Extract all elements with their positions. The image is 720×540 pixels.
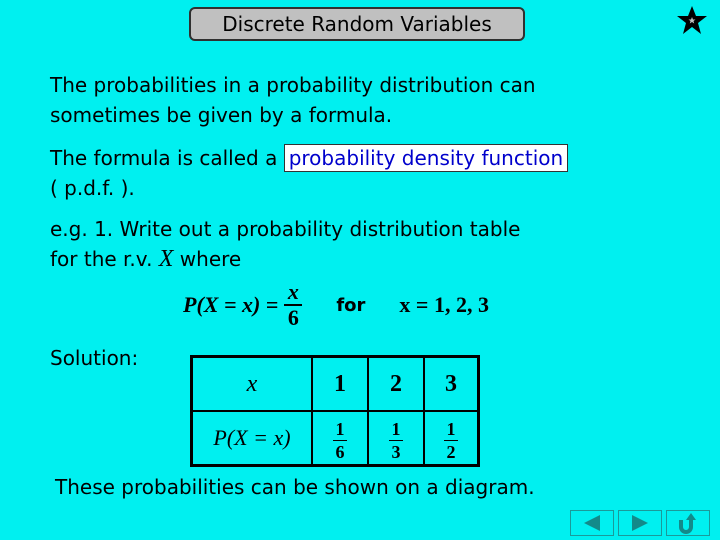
fraction-bar bbox=[444, 439, 458, 441]
formula-domain: x = 1, 2, 3 bbox=[399, 292, 489, 317]
row-header-x: x bbox=[190, 355, 313, 412]
random-variable-symbol: X bbox=[158, 246, 174, 272]
closing-text: These probabilities can be shown on a di… bbox=[55, 475, 535, 499]
next-button[interactable] bbox=[618, 510, 662, 536]
previous-arrow-icon bbox=[584, 515, 600, 531]
example-line-2-pre: for the r.v. bbox=[50, 247, 159, 271]
next-arrow-icon bbox=[632, 515, 648, 531]
table-row-values: x 1 2 3 bbox=[190, 355, 480, 412]
example-line-2-post: where bbox=[173, 247, 242, 271]
row-header-probability: P(X = x) bbox=[190, 410, 313, 467]
pdf-term-box: probability density function bbox=[283, 144, 569, 172]
value-cell: 2 bbox=[367, 355, 425, 412]
slide-title-text: Discrete Random Variables bbox=[222, 12, 492, 36]
probability-distribution-table: x 1 2 3 P(X = x) 16 13 12 bbox=[190, 355, 480, 467]
value-cell: 1 bbox=[311, 355, 369, 412]
return-button[interactable] bbox=[666, 510, 710, 536]
probability-cell: 16 bbox=[311, 410, 369, 467]
star-icon[interactable] bbox=[676, 4, 708, 36]
prob-numerator: 1 bbox=[391, 418, 401, 439]
formula-fraction: x 6 bbox=[284, 279, 303, 330]
prob-numerator: 1 bbox=[446, 418, 456, 439]
pdf-formula: P(X = x) = x 6 for x = 1, 2, 3 bbox=[183, 280, 489, 330]
return-icon bbox=[679, 513, 696, 534]
prob-denominator: 3 bbox=[391, 441, 401, 462]
solution-label: Solution: bbox=[50, 346, 139, 370]
formula-for-word: for bbox=[336, 294, 366, 316]
formula-lhs: P(X = x) = bbox=[183, 292, 279, 317]
fraction-bar bbox=[333, 439, 347, 441]
value-cell: 3 bbox=[423, 355, 480, 412]
example-text: e.g. 1. Write out a probability distribu… bbox=[50, 214, 520, 274]
example-line-1: e.g. 1. Write out a probability distribu… bbox=[50, 217, 521, 241]
formula-numerator: x bbox=[287, 279, 299, 304]
fraction-bar bbox=[389, 439, 403, 441]
table-row-probabilities: P(X = x) 16 13 12 bbox=[190, 410, 480, 467]
probability-cell: 13 bbox=[367, 410, 425, 467]
formula-denominator: 6 bbox=[287, 305, 299, 330]
definition-suffix: ( p.d.f. ). bbox=[50, 176, 135, 200]
previous-button[interactable] bbox=[570, 510, 614, 536]
prob-denominator: 2 bbox=[446, 441, 456, 462]
prob-numerator: 1 bbox=[335, 418, 345, 439]
slide-title: Discrete Random Variables bbox=[189, 7, 525, 41]
intro-line-2: sometimes be given by a formula. bbox=[50, 103, 393, 127]
probability-cell: 12 bbox=[423, 410, 480, 467]
intro-line-1: The probabilities in a probability distr… bbox=[50, 73, 536, 97]
prob-denominator: 6 bbox=[335, 441, 345, 462]
definition-prefix: The formula is called a bbox=[50, 146, 284, 170]
intro-text: The probabilities in a probability distr… bbox=[50, 70, 536, 130]
definition-text: The formula is called a probability dens… bbox=[50, 143, 569, 203]
